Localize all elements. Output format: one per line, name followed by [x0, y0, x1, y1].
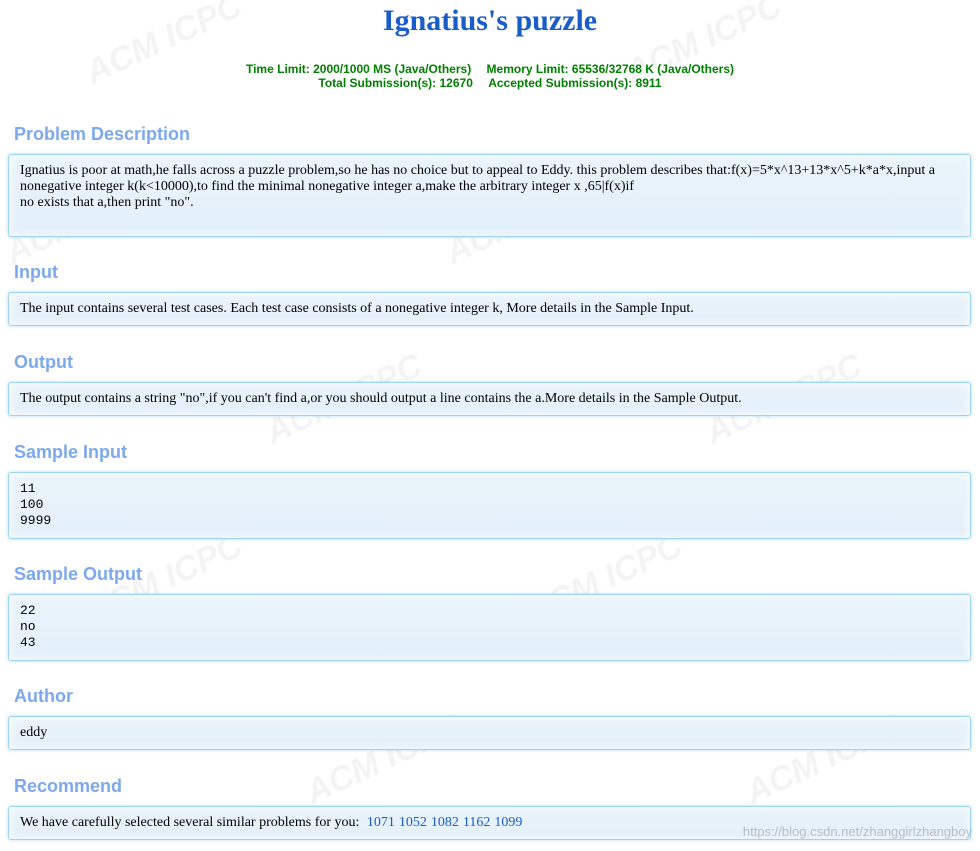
sample-input-heading: Sample Input — [14, 442, 128, 462]
sample-output-panel: 22 no 43 — [8, 594, 971, 661]
description-panel: Ignatius is poor at math,he falls across… — [8, 154, 971, 237]
output-panel: The output contains a string "no",if you… — [8, 382, 971, 416]
page-title: Ignatius's puzzle — [382, 4, 598, 37]
description-line: no exists that a,then print "no". — [20, 195, 194, 210]
output-text: The output contains a string "no",if you… — [20, 391, 742, 406]
input-panel: The input contains several test cases. E… — [8, 292, 971, 326]
memory-limit: Memory Limit: 65536/32768 K (Java/Others… — [486, 62, 734, 76]
sample-output-heading: Sample Output — [14, 564, 143, 584]
recommend-heading: Recommend — [14, 776, 123, 796]
description-line: nonegative integer k(k<10000),to find th… — [20, 179, 635, 194]
recommend-link-1162[interactable]: 1162 — [463, 815, 490, 830]
accepted-submissions: Accepted Submission(s): 8911 — [488, 76, 662, 90]
author-name: eddy — [20, 725, 48, 740]
total-submissions: Total Submission(s): 12670 — [318, 76, 473, 90]
description-heading: Problem Description — [14, 124, 191, 144]
recommend-link-1052[interactable]: 1052 — [399, 815, 427, 830]
time-limit: Time Limit: 2000/1000 MS (Java/Others) — [245, 62, 472, 76]
output-heading: Output — [14, 352, 73, 372]
recommend-link-1099[interactable]: 1099 — [494, 815, 522, 830]
author-heading: Author — [14, 686, 73, 706]
recommend-text: We have carefully selected several simil… — [20, 815, 360, 830]
recommend-link-1082[interactable]: 1082 — [431, 815, 459, 830]
input-heading: Input — [14, 262, 58, 282]
description-line: Ignatius is poor at math,he falls across… — [20, 163, 935, 178]
blog-url-watermark: https://blog.csdn.net/zhanggirlzhangboy — [742, 824, 972, 839]
recommend-link-1071[interactable]: 1071 — [367, 815, 395, 830]
problem-page: ACM ICPC ACM ICPC ACM ICPC ACM ICPC ACM … — [0, 0, 980, 851]
limits-info: Time Limit: 2000/1000 MS (Java/Others) M… — [0, 62, 980, 90]
author-panel: eddy — [8, 716, 971, 750]
input-text: The input contains several test cases. E… — [20, 301, 694, 316]
sample-input-panel: 11 100 9999 — [8, 472, 971, 539]
